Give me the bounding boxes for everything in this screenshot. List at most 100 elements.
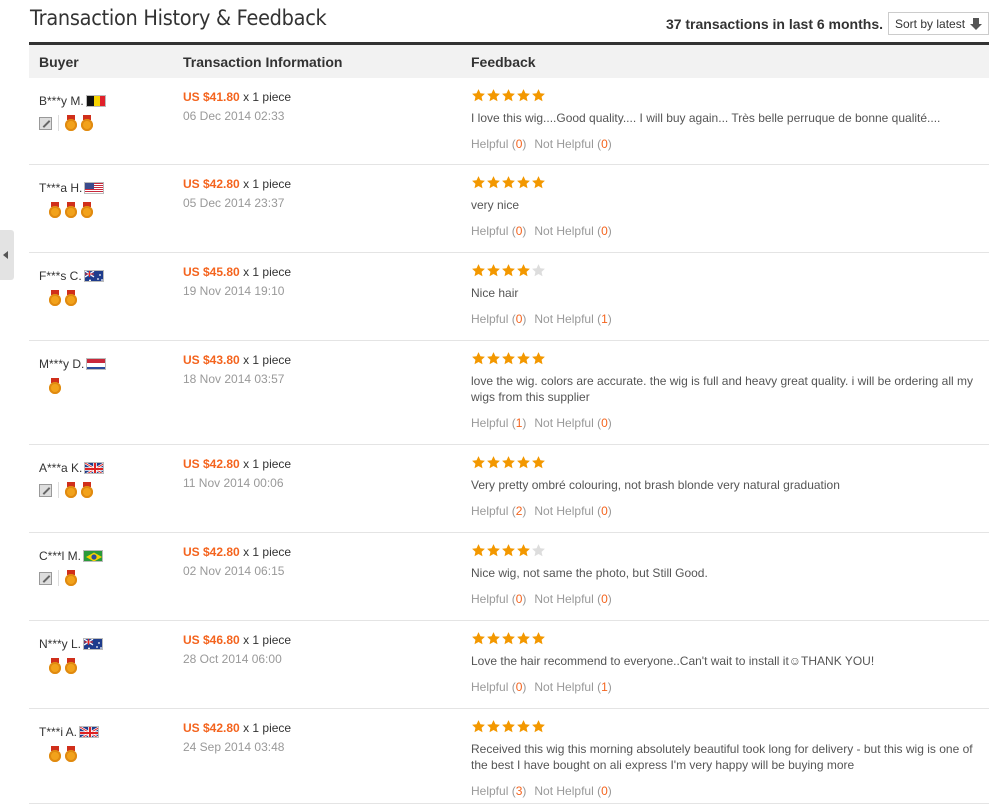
helpful-votes: Helpful (0) Not Helpful (1) (471, 312, 976, 326)
not-helpful-button[interactable]: Not Helpful (0) (534, 137, 611, 151)
buyer-name: A***a K. (39, 461, 83, 475)
transaction-cell: US $43.80 x 1 piece 18 Nov 2014 03:57 (183, 353, 291, 386)
transaction-date: 11 Nov 2014 00:06 (183, 476, 284, 490)
star-filled-icon (531, 351, 546, 366)
medal-icon (65, 289, 77, 307)
transaction-cell: US $42.80 x 1 piece 02 Nov 2014 06:15 (183, 545, 291, 578)
transaction-cell: US $42.80 x 1 piece 05 Dec 2014 23:37 (183, 177, 291, 210)
helpful-button[interactable]: Helpful (2) (471, 504, 526, 518)
helpful-votes: Helpful (0) Not Helpful (0) (471, 224, 976, 238)
star-rating (471, 351, 976, 367)
feedback-cell: I love this wig....Good quality.... I wi… (471, 88, 976, 151)
star-filled-icon (486, 88, 501, 103)
star-filled-icon (516, 175, 531, 190)
not-helpful-count: 0 (601, 224, 608, 238)
buyer-badges (39, 745, 99, 763)
star-filled-icon (516, 631, 531, 646)
transaction-cell: US $46.80 x 1 piece 28 Oct 2014 06:00 (183, 633, 291, 666)
feedback-comment: Received this wig this morning absolutel… (471, 742, 973, 772)
au-flag-icon (83, 270, 104, 282)
feedback-row: F***s C. US $45.80 x 1 piece 19 Nov 2014 1… (29, 253, 989, 341)
helpful-button[interactable]: Helpful (3) (471, 784, 526, 798)
buyer-cell: M***y D. (39, 357, 107, 395)
not-helpful-button[interactable]: Not Helpful (1) (534, 680, 611, 694)
feedback-row: T***a H. US $42.80 x 1 piece 05 Dec 2014 2… (29, 165, 989, 253)
not-helpful-label: Not Helpful ( (534, 137, 602, 151)
feedback-cell: Love the hair recommend to everyone..Can… (471, 631, 976, 694)
medal-icon (65, 657, 77, 675)
transactions-summary: 37 transactions in last 6 months. (665, 16, 883, 32)
transaction-date: 18 Nov 2014 03:57 (183, 372, 285, 386)
medal-icon (49, 201, 61, 219)
helpful-label: Helpful ( (471, 680, 516, 694)
price: US $42.80 (183, 545, 240, 559)
helpful-button[interactable]: Helpful (1) (471, 416, 526, 430)
not-helpful-button[interactable]: Not Helpful (0) (534, 504, 611, 518)
paren: ) (607, 416, 612, 430)
helpful-button[interactable]: Helpful (0) (471, 224, 526, 238)
not-helpful-label: Not Helpful ( (534, 224, 602, 238)
star-filled-icon (471, 719, 486, 734)
transaction-date: 28 Oct 2014 06:00 (183, 652, 282, 666)
star-filled-icon (516, 263, 531, 278)
column-header-feedback: Feedback (471, 54, 536, 70)
side-collapse-tab[interactable] (0, 230, 14, 280)
medal-icon (65, 569, 77, 587)
buyer-name: C***l M. (39, 549, 82, 563)
feedback-row: T***i A. US $42.80 x 1 piece 24 Sep 2014 0… (29, 709, 989, 804)
feedback-row: N***y L. US $46.80 x 1 piece 28 Oct 2014 0… (29, 621, 989, 709)
paren: ) (607, 592, 612, 606)
not-helpful-count: 0 (601, 784, 608, 798)
star-filled-icon (471, 351, 486, 366)
star-filled-icon (531, 631, 546, 646)
not-helpful-button[interactable]: Not Helpful (1) (534, 312, 611, 326)
helpful-button[interactable]: Helpful (0) (471, 680, 526, 694)
price: US $42.80 (183, 457, 240, 471)
helpful-votes: Helpful (0) Not Helpful (0) (471, 592, 976, 606)
buyer-badges (39, 201, 104, 219)
not-helpful-label: Not Helpful ( (534, 784, 602, 798)
not-helpful-button[interactable]: Not Helpful (0) (534, 416, 611, 430)
transaction-date: 06 Dec 2014 02:33 (183, 109, 285, 123)
edit-review-icon (39, 116, 52, 130)
feedback-cell: love the wig. colors are accurate. the w… (471, 351, 976, 430)
star-filled-icon (471, 88, 486, 103)
buyer-cell: C***l M. (39, 549, 104, 587)
price: US $43.80 (183, 353, 240, 367)
star-filled-icon (501, 719, 516, 734)
not-helpful-label: Not Helpful ( (534, 312, 602, 326)
edit-review-icon (39, 483, 52, 497)
helpful-button[interactable]: Helpful (0) (471, 137, 526, 151)
transaction-cell: US $42.80 x 1 piece 24 Sep 2014 03:48 (183, 721, 291, 754)
star-filled-icon (486, 351, 501, 366)
buyer-badges (39, 377, 106, 395)
helpful-button[interactable]: Helpful (0) (471, 312, 526, 326)
not-helpful-button[interactable]: Not Helpful (0) (534, 224, 611, 238)
star-rating (471, 631, 976, 647)
feedback-list: B***y M. US $41.80 x 1 piece 06 Dec 2014 0… (29, 78, 989, 804)
br-flag-icon (83, 550, 104, 562)
not-helpful-count: 0 (601, 416, 608, 430)
star-rating (471, 719, 976, 735)
medal-icon (49, 289, 61, 307)
transaction-date: 19 Nov 2014 19:10 (183, 284, 285, 298)
not-helpful-button[interactable]: Not Helpful (0) (534, 592, 611, 606)
not-helpful-button[interactable]: Not Helpful (0) (534, 784, 611, 798)
sort-dropdown[interactable]: Sort by latest (888, 12, 989, 35)
paren: ) (607, 680, 612, 694)
helpful-label: Helpful ( (471, 592, 516, 606)
star-filled-icon (486, 719, 501, 734)
paren: ) (522, 784, 527, 798)
arrow-down-icon (970, 18, 982, 30)
star-empty-icon (531, 543, 546, 558)
buyer-name: M***y D. (39, 357, 85, 371)
star-filled-icon (501, 263, 516, 278)
price: US $42.80 (183, 721, 240, 735)
buyer-cell: N***y L. (39, 637, 104, 675)
paren: ) (607, 784, 612, 798)
quantity: x 1 piece (243, 633, 292, 647)
star-filled-icon (471, 455, 486, 470)
helpful-label: Helpful ( (471, 137, 516, 151)
buyer-name: N***y L. (39, 637, 82, 651)
helpful-button[interactable]: Helpful (0) (471, 592, 526, 606)
